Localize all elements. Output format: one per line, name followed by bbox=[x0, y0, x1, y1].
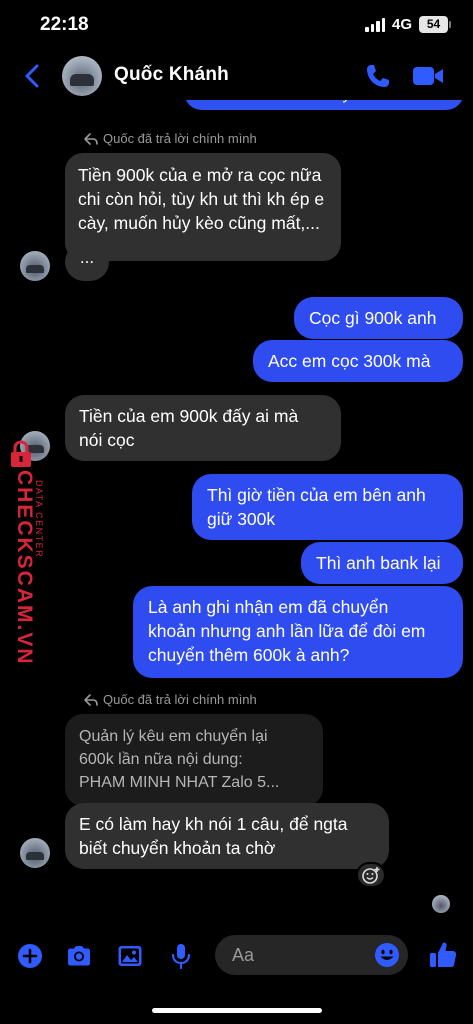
reply-note: Quốc đã trả lời chính mình bbox=[84, 692, 257, 707]
message-incoming[interactable]: Tiền của em 900k đấy ai mà nói cọc bbox=[65, 395, 341, 461]
contact-name[interactable]: Quốc Khánh bbox=[114, 64, 229, 86]
reply-arrow-icon bbox=[84, 132, 98, 145]
plus-icon[interactable] bbox=[16, 942, 44, 970]
message-incoming[interactable]: E có làm hay kh nói 1 câu, để ngta biết … bbox=[65, 803, 389, 869]
message-outgoing[interactable]: Cọc gì 900k anh bbox=[294, 297, 463, 339]
reply-arrow-icon bbox=[84, 693, 98, 706]
lock-icon bbox=[11, 440, 31, 467]
avatar bbox=[20, 838, 50, 868]
network-type: 4G bbox=[392, 16, 413, 33]
seen-avatar bbox=[432, 895, 450, 913]
avatar bbox=[20, 251, 50, 281]
home-indicator[interactable] bbox=[152, 1008, 322, 1013]
message-outgoing[interactable]: Thì giờ tiền của em bên anh giữ 300k bbox=[192, 474, 463, 540]
microphone-icon[interactable] bbox=[167, 942, 195, 970]
message-composer bbox=[0, 930, 473, 986]
image-icon[interactable] bbox=[116, 942, 144, 970]
message-incoming[interactable]: Tiền 900k của e mở ra cọc nữa chi còn hỏ… bbox=[65, 153, 341, 261]
emoji-icon[interactable] bbox=[374, 942, 400, 968]
phone-icon[interactable] bbox=[364, 62, 392, 90]
watermark-main-text: CHECKSCAM.VN bbox=[13, 470, 36, 666]
chat-header: Quốc Khánh bbox=[0, 50, 473, 100]
message-outgoing[interactable]: Acc em cọc 300k mà bbox=[253, 340, 463, 382]
signal-icon bbox=[365, 18, 385, 32]
message-outgoing[interactable]: Thì anh bank lại bbox=[301, 542, 463, 584]
status-time: 22:18 bbox=[40, 14, 89, 35]
watermark: CHECKSCAM.VN DATA CENTER bbox=[4, 440, 50, 666]
reply-note: Quốc đã trả lời chính mình bbox=[84, 131, 257, 146]
watermark-sub-text: DATA CENTER bbox=[34, 480, 44, 559]
reply-note-text: Quốc đã trả lời chính mình bbox=[103, 692, 257, 707]
camera-icon[interactable] bbox=[65, 942, 93, 970]
see-more-button[interactable]: ... bbox=[65, 243, 109, 281]
video-camera-icon[interactable] bbox=[412, 64, 444, 88]
emoji-add-icon bbox=[362, 867, 380, 884]
status-bar: 22:18 4G 54 bbox=[0, 0, 473, 50]
thumbs-up-icon[interactable] bbox=[428, 940, 458, 970]
quoted-message[interactable]: Quản lý kêu em chuyển lại 600k lần nữa n… bbox=[65, 714, 323, 806]
message-outgoing[interactable]: Là anh ghi nhận em đã chuyển khoản nhưng… bbox=[133, 586, 463, 678]
reply-note-text: Quốc đã trả lời chính mình bbox=[103, 131, 257, 146]
battery-tip bbox=[449, 21, 451, 28]
contact-avatar[interactable] bbox=[62, 56, 102, 96]
battery-icon: 54 bbox=[419, 16, 448, 33]
add-reaction-icon[interactable] bbox=[356, 862, 386, 888]
back-icon[interactable] bbox=[20, 62, 46, 90]
